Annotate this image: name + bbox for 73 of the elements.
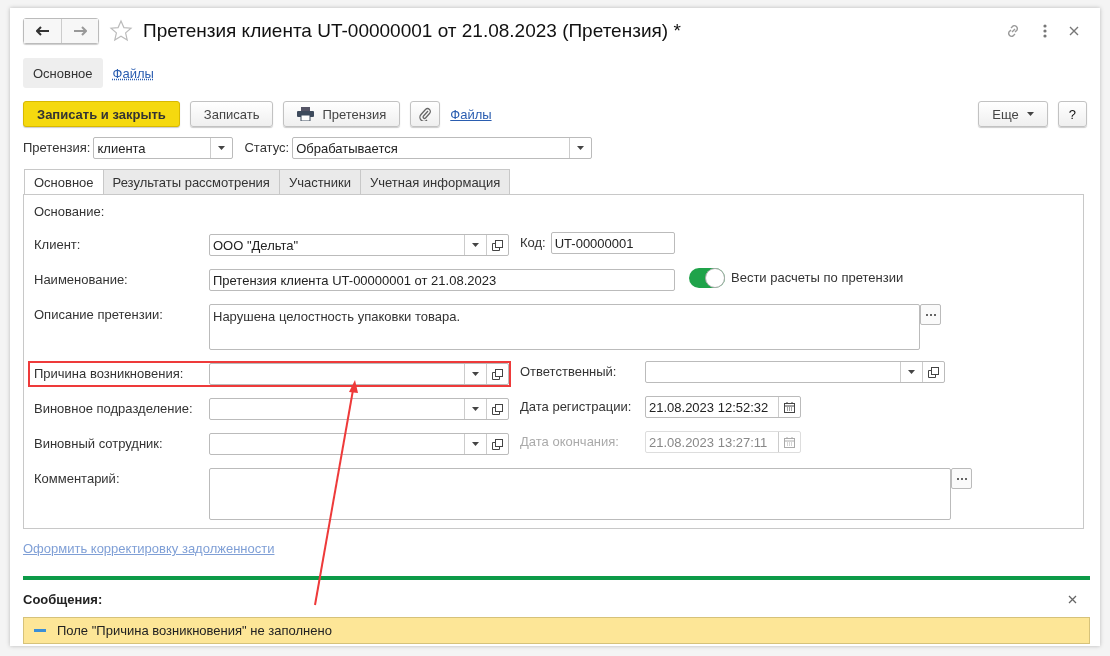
toggle-label: Вести расчеты по претензии: [731, 269, 904, 287]
caret-icon: [1026, 112, 1034, 116]
reference-field[interactable]: [209, 398, 509, 420]
status-field[interactable]: Обрабатывается: [292, 137, 593, 159]
tab[interactable]: Результаты рассмотрения: [103, 169, 280, 195]
print-button[interactable]: Претензия: [283, 101, 401, 127]
save-button[interactable]: Записать: [189, 101, 274, 127]
field-label: Претензия:: [23, 139, 91, 157]
back-arrow-icon: [35, 26, 50, 36]
claim-type-field[interactable]: клиента: [93, 137, 234, 159]
section-label: Основание:: [33, 203, 106, 221]
reference-field[interactable]: [645, 361, 945, 383]
open-icon[interactable]: [492, 368, 503, 380]
back-button[interactable]: [24, 19, 61, 43]
calendar-icon[interactable]: [784, 401, 795, 413]
close-icon[interactable]: [1069, 26, 1079, 36]
close-icon[interactable]: [1068, 595, 1077, 604]
field-label: Наименование:: [34, 271, 129, 289]
open-icon[interactable]: [492, 403, 503, 415]
field-label: Дата регистрации:: [520, 398, 633, 416]
ellipsis-button[interactable]: [920, 304, 941, 325]
star-icon[interactable]: [109, 19, 133, 43]
forward-arrow-icon: [73, 26, 87, 36]
section-link[interactable]: Файлы: [108, 58, 158, 88]
field-label: Статус:: [244, 139, 290, 157]
field-label: Описание претензии:: [34, 306, 164, 324]
window-title: Претензия клиента UT-00000001 от 21.08.2023 (Претензия) *: [143, 20, 681, 42]
text-field[interactable]: Претензия клиента UT-00000001 от 21.08.2023: [209, 269, 675, 291]
dropdown-icon: [472, 442, 479, 446]
tab[interactable]: Учетная информация: [361, 169, 511, 195]
open-icon[interactable]: [928, 366, 939, 378]
more-icon[interactable]: [1043, 24, 1047, 38]
reference-field[interactable]: [209, 433, 509, 455]
ellipsis-button[interactable]: [951, 468, 972, 489]
open-icon[interactable]: [492, 438, 503, 450]
link-icon[interactable]: [1005, 23, 1021, 39]
field-label: Причина возникновения:: [34, 365, 185, 383]
printer-icon: [297, 107, 315, 121]
dropdown-icon: [472, 407, 479, 411]
dropdown-icon: [908, 370, 915, 374]
dash-icon: [34, 629, 46, 632]
field-label: Дата окончания:: [520, 433, 620, 451]
paperclip-icon: [419, 107, 432, 121]
field-label: Виновное подразделение:: [34, 400, 194, 418]
open-icon[interactable]: [492, 239, 503, 251]
field-label: Клиент:: [34, 236, 82, 254]
ellipsis-icon: [925, 313, 936, 316]
reference-field[interactable]: [209, 363, 509, 385]
section-tab[interactable]: Основное: [23, 58, 103, 88]
message-text: Поле "Причина возникновения" не заполнено: [57, 623, 332, 638]
save-close-button[interactable]: Записать и закрыть: [23, 101, 180, 127]
files-link[interactable]: Файлы: [450, 106, 492, 122]
field-label: Виновный сотрудник:: [34, 435, 164, 453]
text-area[interactable]: Нарушена целостность упаковки товара.: [209, 304, 920, 350]
dropdown-icon: [472, 372, 479, 376]
dropdown-icon: [472, 243, 479, 247]
dropdown-icon: [577, 146, 585, 150]
code-field[interactable]: UT-00000001: [550, 232, 675, 254]
reference-field[interactable]: ООО "Дельта": [209, 234, 509, 256]
message-bar[interactable]: Поле "Причина возникновения" не заполнено: [23, 617, 1090, 644]
date-field[interactable]: 21.08.2023 12:52:32: [645, 396, 801, 418]
field-label: Код:: [520, 234, 546, 252]
toggle-switch[interactable]: [689, 268, 725, 288]
messages-title: Сообщения:: [23, 592, 103, 607]
attach-button[interactable]: [410, 101, 441, 127]
more-button[interactable]: Еще: [978, 101, 1048, 127]
ellipsis-icon: [956, 477, 967, 480]
field-label: Ответственный:: [520, 363, 618, 381]
tab[interactable]: Основное: [24, 169, 104, 195]
field-label: Комментарий:: [34, 470, 121, 488]
tab[interactable]: Участники: [279, 169, 361, 195]
dropdown-icon: [218, 146, 226, 150]
help-button[interactable]: ?: [1057, 101, 1087, 127]
